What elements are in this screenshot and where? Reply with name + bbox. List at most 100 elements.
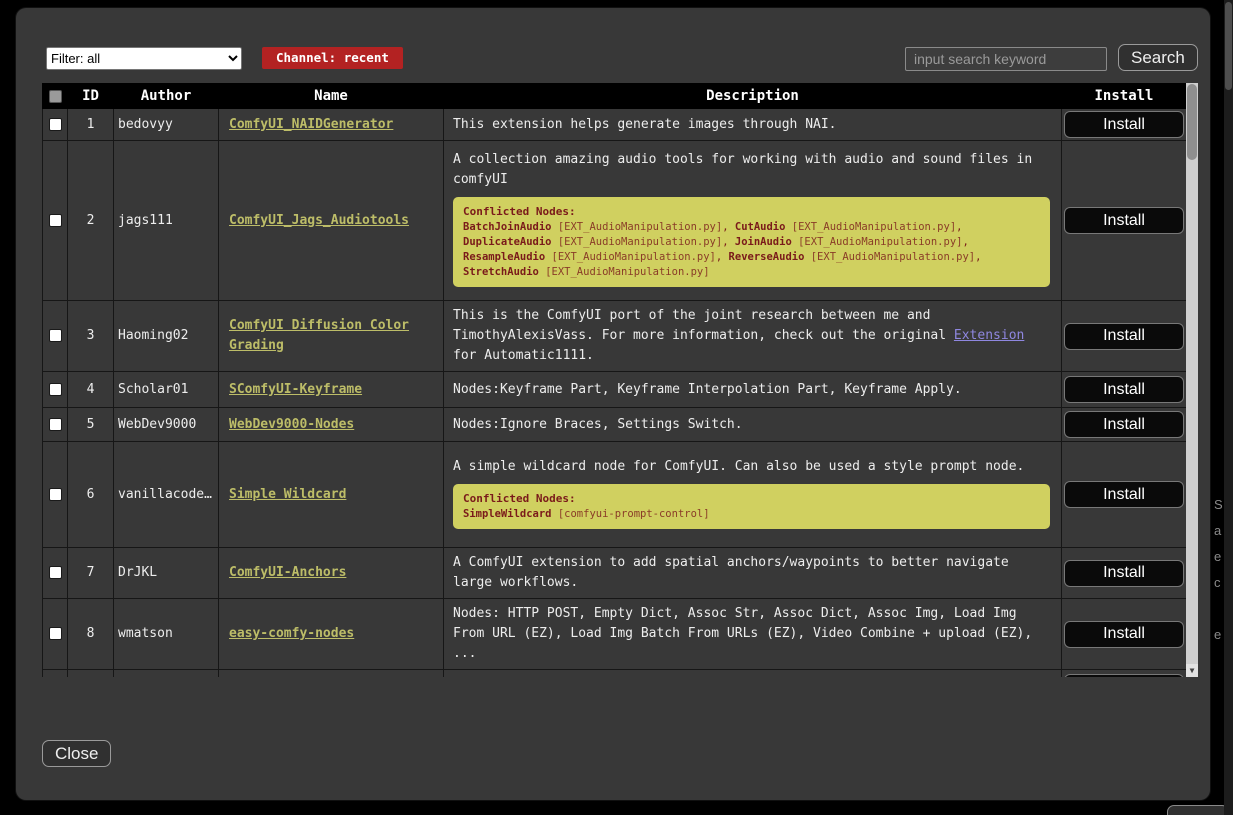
row-checkbox[interactable] xyxy=(49,418,62,431)
row-install-cell: Install xyxy=(1062,599,1187,670)
description-text: Nodes: HTTP POST, Empty Dict, Assoc Str,… xyxy=(453,606,1032,661)
install-button[interactable]: Install xyxy=(1064,376,1184,403)
table-row: 9SoftMengComfyUI_Mexx_StylerNodes: Comfy… xyxy=(43,670,1187,678)
row-description: Nodes: HTTP POST, Empty Dict, Assoc Str,… xyxy=(444,599,1062,670)
row-description: A ComfyUI extension to add spatial ancho… xyxy=(444,548,1062,599)
description-text: This extension helps generate images thr… xyxy=(453,117,837,132)
conflict-node-source: [EXT_AudioManipulation.py] xyxy=(545,266,709,278)
extension-name-link[interactable]: Simple Wildcard xyxy=(229,487,346,502)
row-checkbox-cell xyxy=(43,408,68,442)
row-id: 3 xyxy=(68,301,114,372)
conflict-node-name: ReverseAudio xyxy=(729,251,805,263)
row-author: Scholar01 xyxy=(114,372,219,408)
row-checkbox[interactable] xyxy=(49,329,62,342)
description-link[interactable]: Extension xyxy=(954,328,1024,343)
page-background: Filter: all Channel: recent Search IDAut… xyxy=(0,0,1233,815)
row-install-cell: Install xyxy=(1062,109,1187,141)
table-row: 2jags111ComfyUI_Jags_AudiotoolsA collect… xyxy=(43,141,1187,301)
row-author: jags111 xyxy=(114,141,219,301)
row-description: Nodes: ComfyUI Mexx Styler, ComfyUI Mexx… xyxy=(444,670,1062,678)
row-author: wmatson xyxy=(114,599,219,670)
install-button[interactable]: Install xyxy=(1064,411,1184,438)
row-author: DrJKL xyxy=(114,548,219,599)
select-all-header-cell xyxy=(43,84,68,109)
conflict-node-source: [EXT_AudioManipulation.py] xyxy=(558,236,722,248)
extension-name-link[interactable]: SComfyUI-Keyframe xyxy=(229,382,362,397)
row-checkbox-cell xyxy=(43,670,68,678)
row-checkbox[interactable] xyxy=(49,566,62,579)
table-header-row: IDAuthorNameDescriptionInstall xyxy=(43,84,1187,109)
description-text: Nodes:Ignore Braces, Settings Switch. xyxy=(453,417,743,432)
conflict-node-name: SimpleWildcard xyxy=(463,508,552,520)
background-partial-button[interactable] xyxy=(1167,805,1229,815)
conflict-node-source: [EXT_AudioManipulation.py] xyxy=(798,236,962,248)
row-checkbox[interactable] xyxy=(49,627,62,640)
row-name-cell: ComfyUI Diffusion Color Grading xyxy=(219,301,444,372)
description-text: This is the ComfyUI port of the joint re… xyxy=(453,308,954,343)
row-id: 4 xyxy=(68,372,114,408)
filter-select[interactable]: Filter: all xyxy=(46,47,242,70)
description-text: A collection amazing audio tools for wor… xyxy=(453,152,1032,187)
row-install-cell: Install xyxy=(1062,301,1187,372)
column-header-install: Install xyxy=(1062,84,1187,109)
row-checkbox[interactable] xyxy=(49,488,62,501)
custom-nodes-manager-dialog: Filter: all Channel: recent Search IDAut… xyxy=(16,8,1210,800)
table-row: 4Scholar01SComfyUI-KeyframeNodes:Keyfram… xyxy=(43,372,1187,408)
table-row: 7DrJKLComfyUI-AnchorsA ComfyUI extension… xyxy=(43,548,1187,599)
channel-badge: Channel: recent xyxy=(262,47,403,69)
install-button[interactable]: Install xyxy=(1064,560,1184,587)
extensions-table: IDAuthorNameDescriptionInstall 1bedovyyC… xyxy=(42,83,1187,677)
install-button[interactable]: Install xyxy=(1064,481,1184,508)
extension-name-link[interactable]: ComfyUI_Jags_Audiotools xyxy=(229,213,409,228)
search-button[interactable]: Search xyxy=(1118,44,1198,71)
page-scrollbar-thumb[interactable] xyxy=(1225,2,1232,90)
search-input[interactable] xyxy=(905,47,1107,71)
background-letter: a xyxy=(1214,523,1221,538)
extension-name-link[interactable]: ComfyUI-Anchors xyxy=(229,565,346,580)
row-checkbox[interactable] xyxy=(49,214,62,227)
install-button[interactable]: Install xyxy=(1064,621,1184,648)
description-text: for Automatic1111. xyxy=(453,348,594,363)
close-button[interactable]: Close xyxy=(42,740,111,767)
description-text: A simple wildcard node for ComfyUI. Can … xyxy=(453,459,1024,474)
conflict-node-name: BatchJoinAudio xyxy=(463,221,552,233)
row-checkbox-cell xyxy=(43,548,68,599)
row-author: bedovyy xyxy=(114,109,219,141)
table-scrollbar-thumb[interactable] xyxy=(1187,84,1197,160)
conflict-node-source: [EXT_AudioManipulation.py] xyxy=(558,221,722,233)
row-checkbox[interactable] xyxy=(49,118,62,131)
install-button[interactable]: Install xyxy=(1064,674,1184,678)
table-scrollbar[interactable]: ▼ xyxy=(1186,83,1198,677)
conflict-node-name: ResampleAudio xyxy=(463,251,545,263)
scroll-down-arrow-icon[interactable]: ▼ xyxy=(1186,664,1198,677)
row-author: vanillacode… xyxy=(114,442,219,548)
conflict-node-name: CutAudio xyxy=(735,221,786,233)
row-install-cell: Install xyxy=(1062,548,1187,599)
row-description: This is the ComfyUI port of the joint re… xyxy=(444,301,1062,372)
row-checkbox[interactable] xyxy=(49,383,62,396)
background-letter: e xyxy=(1214,627,1221,642)
conflict-node-source: [EXT_AudioManipulation.py] xyxy=(552,251,716,263)
row-author: WebDev9000 xyxy=(114,408,219,442)
row-name-cell: Simple Wildcard xyxy=(219,442,444,548)
extension-name-link[interactable]: ComfyUI_NAIDGenerator xyxy=(229,117,393,132)
table-row: 5WebDev9000 WebDev9000-Nodes Nodes:Ignore … xyxy=(43,408,1187,442)
conflict-node-source: [comfyui-prompt-control] xyxy=(558,508,710,520)
row-id: 5 xyxy=(68,408,114,442)
table-row: 1bedovyyComfyUI_NAIDGeneratorThis extens… xyxy=(43,109,1187,141)
conflict-node-name: JoinAudio xyxy=(735,236,792,248)
row-author: Haoming02 xyxy=(114,301,219,372)
extension-name-link[interactable]: easy-comfy-nodes xyxy=(229,626,354,641)
install-button[interactable]: Install xyxy=(1064,207,1184,234)
conflict-title: Conflicted Nodes: xyxy=(463,205,576,218)
extension-name-link[interactable]: WebDev9000-Nodes xyxy=(229,417,354,432)
select-all-checkbox[interactable] xyxy=(49,90,62,103)
page-scrollbar[interactable] xyxy=(1224,0,1233,815)
extension-name-link[interactable]: ComfyUI Diffusion Color Grading xyxy=(229,318,409,353)
background-letter: e xyxy=(1214,549,1221,564)
extensions-table-container: IDAuthorNameDescriptionInstall 1bedovyyC… xyxy=(42,83,1198,677)
install-button[interactable]: Install xyxy=(1064,323,1184,350)
row-install-cell: Install xyxy=(1062,408,1187,442)
install-button[interactable]: Install xyxy=(1064,111,1184,138)
row-id: 8 xyxy=(68,599,114,670)
